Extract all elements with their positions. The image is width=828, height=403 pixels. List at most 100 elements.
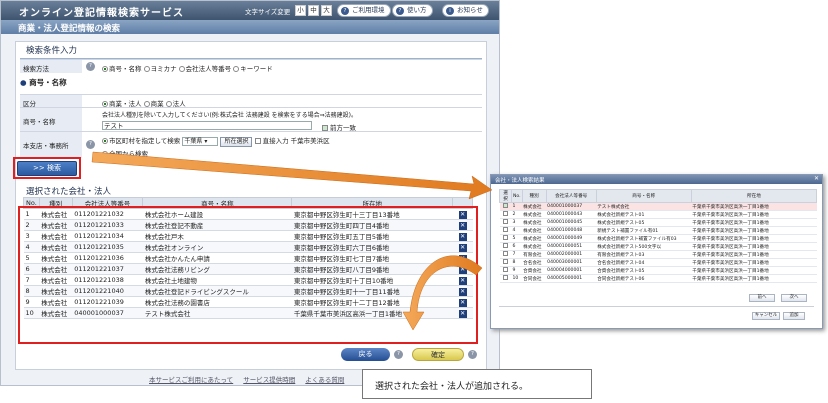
env-button[interactable]: ? ご利用環境 [337, 4, 391, 17]
dcell-type: 合名会社 [522, 258, 547, 267]
radio-icon[interactable] [102, 66, 108, 72]
radio-icon[interactable] [102, 151, 108, 157]
dcell-name: 株式会社新規テスト500文字以 [596, 242, 692, 251]
dcell-type: 合同会社 [522, 274, 547, 283]
name-input[interactable]: テスト [102, 121, 312, 130]
help-icon[interactable]: ? [468, 350, 477, 359]
dialog-row[interactable]: 10 合同会社 040005000001 合同会社新規テスト06 千葉県千葉市美浜区高浜… [499, 274, 817, 283]
font-size-medium-button[interactable]: 中 [308, 5, 319, 16]
dcell-name: 株式会社新規テスト05 [596, 218, 692, 227]
dcell-no: 10 [511, 274, 523, 283]
dcell-addr: 千葉県千葉市美浜区高浜一丁目1番地 [691, 266, 817, 275]
dcell-name: 新規テスト補置ファイル有01 [596, 226, 692, 235]
dcell-name: 合同会社新規テスト06 [596, 274, 692, 283]
cell-select [499, 218, 512, 227]
dcell-type: 有限会社 [522, 250, 547, 259]
radio-icon[interactable] [233, 66, 240, 72]
checkbox-icon[interactable] [503, 211, 508, 216]
dcell-no: 4 [511, 226, 523, 235]
dcell-num: 040004000001 [546, 266, 597, 275]
font-size-small-button[interactable]: 小 [295, 5, 306, 16]
dialog-title: 会社・法人検索結果 ✕ [491, 175, 822, 184]
radio-icon[interactable] [143, 66, 150, 72]
font-size-label: 文字サイズ変更 [245, 8, 291, 16]
help-icon[interactable]: ? [86, 140, 95, 149]
howto-button[interactable]: ? 使い方 [392, 4, 433, 17]
dialog-row[interactable]: 5 株式会社 040001000049 株式会社新規テスト補置ファイル有03 千葉県千葉… [499, 234, 817, 243]
checkbox-icon[interactable] [503, 275, 508, 280]
checkbox-icon[interactable] [503, 219, 508, 224]
help-icon[interactable]: ? [394, 350, 403, 359]
dcell-name: 有限会社新規テスト03 [596, 250, 692, 259]
checkbox-icon[interactable] [503, 267, 508, 272]
font-size-large-button[interactable]: 大 [321, 5, 332, 16]
checkbox-icon[interactable] [503, 251, 508, 256]
dialog-row[interactable]: 4 株式会社 040001000048 新規テスト補置ファイル有01 千葉県千葉市美浜区… [499, 226, 817, 235]
city-value: 千葉市美浜区 [290, 137, 330, 145]
checkbox-icon[interactable] [503, 243, 508, 248]
dialog-row[interactable]: 3 株式会社 040001000045 株式会社新規テスト05 千葉県千葉市美浜区高浜一… [499, 218, 817, 227]
notice-button[interactable]: i お知らせ [442, 4, 489, 17]
row-name: 商号・名称 会社法人種別を除いて入力してください(例:株式会社 法務建設 を検索… [20, 107, 482, 132]
cell-select [499, 234, 512, 243]
checkbox-icon[interactable] [503, 259, 508, 264]
footer-link[interactable]: 本サービスご利用にあたって [149, 376, 233, 384]
method-options: 商号・名称 ヨミカナ 会社法人等番号 キーワード [100, 61, 275, 75]
row-search-method: 検索方法 ? 商号・名称 ヨミカナ 会社法人等番号 キーワード [20, 59, 482, 73]
top-bar: オンライン登記情報検索サービス 文字サイズ変更 小 中 大 ? ご利用環境 ? 使い… [1, 1, 499, 20]
checkbox-icon[interactable] [254, 138, 261, 144]
cancel-button[interactable]: キャンセル [752, 312, 780, 320]
checkbox-icon[interactable] [503, 203, 508, 208]
dcell-type: 株式会社 [522, 242, 547, 251]
radio-icon[interactable] [102, 138, 108, 144]
cell-select [499, 226, 512, 235]
dcell-type: 株式会社 [522, 226, 547, 235]
dialog-table: 選択 No. 種別 会社法人等番号 商号・名称 所在地 1 株式会社 0400010… [499, 189, 818, 283]
dcell-name: 株式会社新規テスト補置ファイル有03 [596, 234, 692, 243]
dialog-row[interactable]: 8 合名会社 040003000001 合名会社新規テスト04 千葉県千葉市美浜区高浜一… [499, 258, 817, 267]
dialog-row[interactable]: 9 合資会社 040004000001 合資会社新規テスト05 千葉県千葉市美浜区高浜一… [499, 266, 817, 275]
dcell-type: 株式会社 [522, 202, 547, 211]
dcell-num: 040001000049 [546, 234, 597, 243]
footer-link[interactable]: よくある質問 [305, 376, 344, 384]
question-icon: ? [396, 7, 404, 15]
next-button[interactable]: 次へ [781, 294, 807, 302]
search-results-dialog: 会社・法人検索結果 ✕ 選択 No. 種別 会社法人等番号 商号・名称 所在地 1… [490, 174, 823, 329]
place-select-button[interactable]: 所在選択 [220, 137, 253, 147]
page-title: 商業・法人登記情報の検索 [1, 20, 499, 34]
confirm-button[interactable]: 確定 [412, 348, 464, 361]
label-name: 商号・名称 [20, 108, 82, 131]
footer: 本サービスご利用にあたって サービス提供時間 よくある質問 [149, 374, 352, 384]
section-search-conditions: 検索条件入力 [20, 42, 482, 60]
dcell-addr: 千葉県千葉市美浜区高浜一丁目1番地 [691, 210, 817, 219]
info-icon: i [446, 7, 454, 15]
dcell-addr: 千葉県千葉市美浜区高浜一丁目1番地 [691, 234, 817, 243]
footer-link[interactable]: サービス提供時間 [243, 376, 295, 384]
checkbox-icon[interactable] [503, 227, 508, 232]
dcell-no: 6 [511, 242, 523, 251]
prev-button[interactable]: 前へ [749, 294, 775, 302]
dialog-row[interactable]: 2 株式会社 040001000043 株式会社新規テスト01 千葉県千葉市美浜区高浜一… [499, 210, 817, 219]
add-button[interactable]: 追加 [783, 312, 805, 320]
close-icon[interactable]: ✕ [814, 175, 819, 182]
dcell-num: 040002000001 [546, 250, 597, 259]
dcol-type: 種別 [521, 189, 547, 203]
dcell-name: 合資会社新規テスト05 [596, 266, 692, 275]
bullet-icon: ● [20, 78, 27, 87]
dcell-addr: 千葉県千葉市美浜区高浜一丁目1番地 [691, 242, 817, 251]
cell-select [499, 242, 512, 251]
dialog-row[interactable]: 1 株式会社 040001000037 テスト株式会社 千葉県千葉市美浜区高浜一丁目1番… [499, 202, 817, 211]
dcell-no: 7 [511, 250, 523, 259]
back-button[interactable]: 戻る [341, 348, 390, 361]
dcell-num: 040001000048 [546, 226, 597, 235]
dcell-name: テスト株式会社 [596, 202, 692, 211]
dialog-row[interactable]: 6 株式会社 040001000051 株式会社新規テスト500文字以 千葉県千葉市美浜… [499, 242, 817, 251]
prefecture-select[interactable]: 千葉県 ▾ [182, 137, 219, 146]
label-search-method: 検索方法 [20, 60, 82, 73]
dcell-num: 040001000045 [546, 218, 597, 227]
help-icon[interactable]: ? [86, 62, 95, 71]
search-highlight [13, 157, 81, 179]
checkbox-icon[interactable] [503, 235, 508, 240]
dialog-row[interactable]: 7 有限会社 040002000001 有限会社新規テスト03 千葉県千葉市美浜区高浜一… [499, 250, 817, 259]
radio-icon[interactable] [178, 66, 185, 72]
